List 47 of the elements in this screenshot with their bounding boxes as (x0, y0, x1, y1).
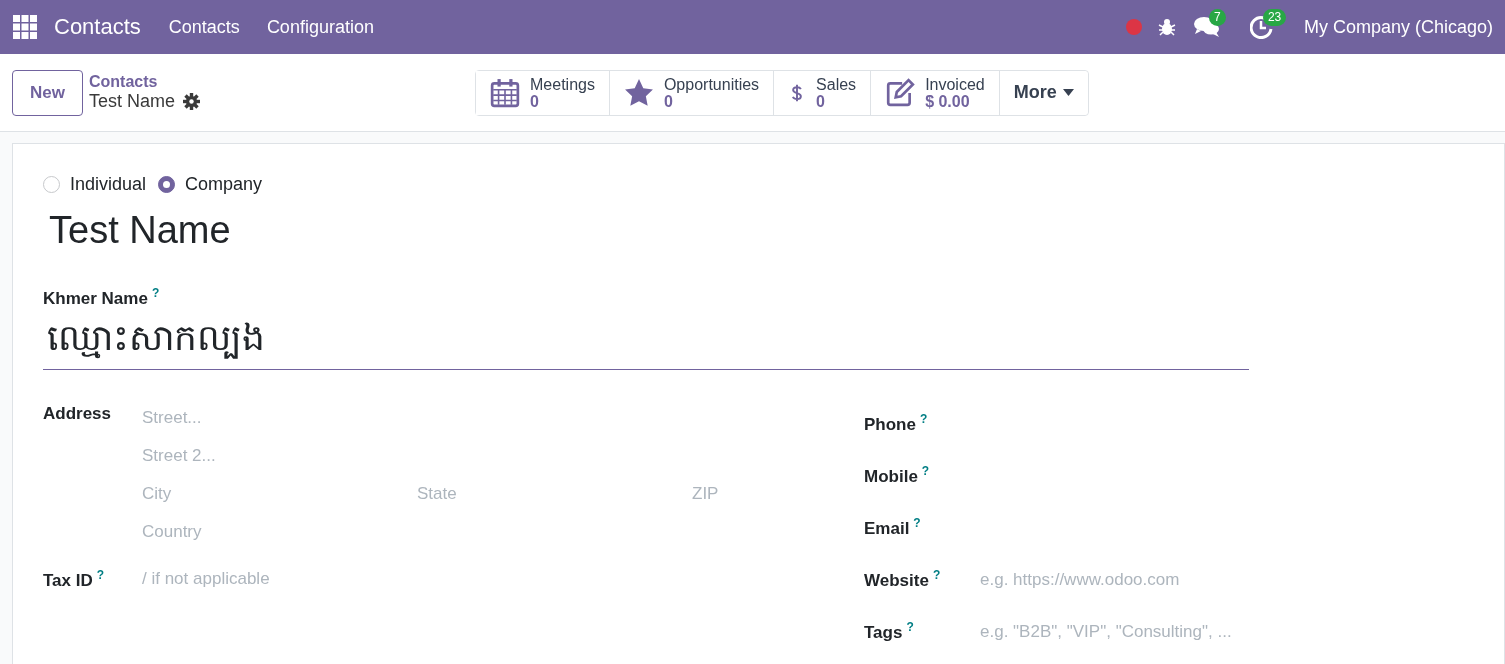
field-label: Mobile $^{?}$ (864, 464, 931, 487)
edit-icon (885, 77, 916, 108)
contact-name[interactable]: Test Name (49, 209, 1474, 252)
app-name[interactable]: Contacts (54, 14, 141, 40)
activities-count: 23 (1262, 9, 1287, 26)
help-mark[interactable]: ? (919, 412, 928, 427)
messages-count: 7 (1208, 9, 1226, 26)
state-field[interactable]: State (417, 483, 692, 504)
settings-icon[interactable] (183, 93, 201, 110)
tax-id-field[interactable]: / if not applicable (142, 569, 542, 589)
input-field[interactable]: e.g. https://www.odoo.com (980, 569, 1280, 590)
field-label: Tags $^{?}$ (864, 620, 915, 643)
help-mark[interactable]: ? (96, 567, 105, 582)
field-label: Email $^{?}$ (864, 516, 922, 539)
field-label: Tax ID $^{?}$ (43, 567, 106, 591)
smart-button[interactable]: Meetings 0 (476, 70, 610, 115)
street-field[interactable]: Street... (142, 407, 864, 428)
zip-field[interactable]: ZIP (692, 483, 842, 504)
input-field[interactable]: e.g. "B2B", "VIP", "Consulting", ... (980, 621, 1280, 642)
field-label: Khmer Name $^{?}$ (43, 286, 161, 309)
record-name: Test Name (89, 91, 176, 112)
company-type-radio[interactable]: Company (158, 174, 263, 195)
calendar-icon (490, 77, 520, 108)
bug-icon[interactable] (1157, 18, 1176, 36)
field-label: Website $^{?}$ (864, 568, 942, 591)
record-dot-icon[interactable] (1125, 19, 1142, 35)
company-type-radio[interactable]: Individual (43, 174, 147, 195)
apps-menu-icon[interactable] (13, 15, 37, 39)
company-switcher[interactable]: My Company (Chicago) (1303, 16, 1493, 38)
city-field[interactable]: City (142, 483, 417, 504)
help-mark[interactable]: ? (913, 516, 921, 531)
help-mark[interactable]: ? (151, 286, 160, 300)
help-mark[interactable]: ? (906, 620, 914, 635)
caret-icon (1062, 89, 1074, 96)
help-mark[interactable]: ? (921, 464, 930, 479)
khmer-name-field[interactable]: ឈ្មោះសាកល្បង (43, 316, 1249, 370)
field-label: Address (43, 403, 113, 425)
menu-item[interactable]: Contacts (168, 16, 240, 38)
breadcrumb-link[interactable]: Contacts (89, 73, 475, 91)
street2-field[interactable]: Street 2... (142, 445, 864, 466)
star-icon (623, 77, 654, 108)
help-mark[interactable]: ? (932, 568, 941, 583)
menu-item[interactable]: Configuration (266, 16, 374, 38)
radio-circle[interactable] (158, 176, 176, 193)
field-label: Phone $^{?}$ (864, 412, 929, 435)
country-field[interactable]: Country (142, 521, 864, 542)
new-button[interactable]: New (12, 69, 83, 116)
